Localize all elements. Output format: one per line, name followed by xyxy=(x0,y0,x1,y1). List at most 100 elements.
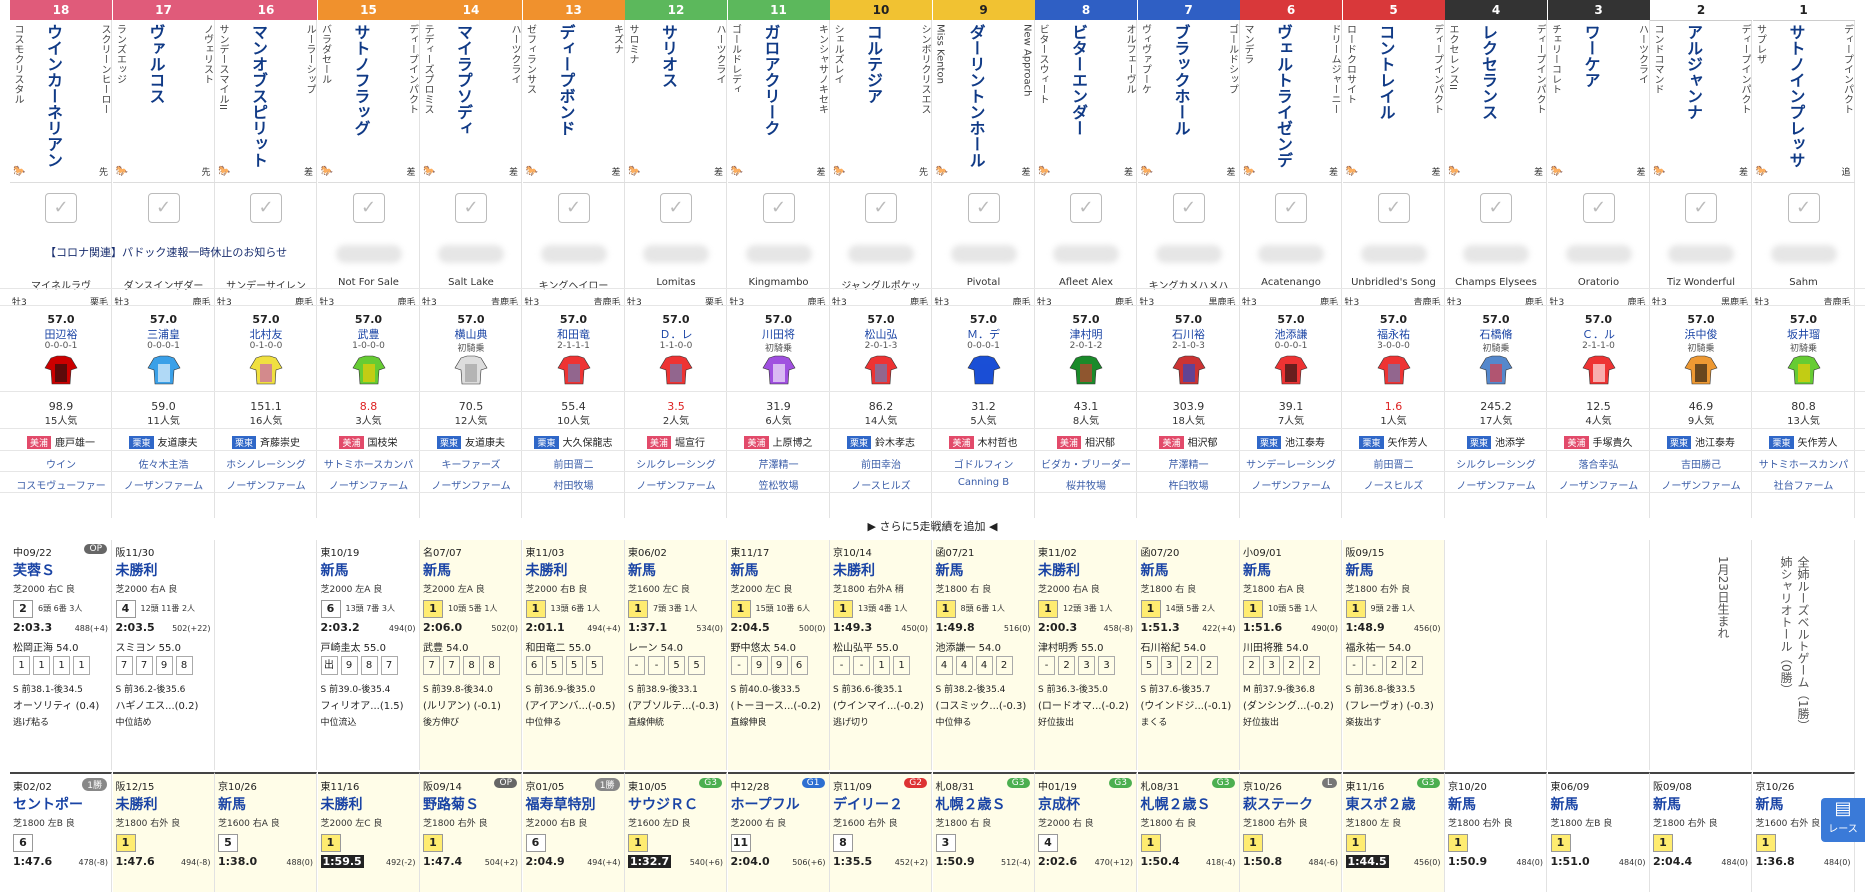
jockey-name[interactable]: 三浦皇 xyxy=(113,326,215,342)
past-race-cell[interactable]: 阪09/14 OP 野路菊Ｓ 芝1800 右外 良 1 1:47.4 504(+2) xyxy=(420,772,522,892)
mark-checkbox[interactable]: ✓ xyxy=(865,193,897,223)
jockey-name[interactable]: 福永祐 xyxy=(1343,326,1445,342)
breeder-name[interactable]: 社台ファーム xyxy=(1753,477,1855,492)
race-name[interactable]: 新馬 xyxy=(1756,794,1784,814)
horse-name[interactable]: ブラックホール xyxy=(1172,24,1191,136)
trainer[interactable]: 栗東 斉藤崇史 xyxy=(215,434,317,449)
breeder-name[interactable]: 桜井牧場 xyxy=(1035,477,1137,492)
breeder-name[interactable]: ノーザンファーム xyxy=(1240,477,1342,492)
past-race-cell[interactable]: 東10/19 新馬 芝2000 左A 良 6 13頭 7番 3人 2:03.2 494(0)… xyxy=(318,540,420,770)
race-name[interactable]: 福寿草特別 xyxy=(526,794,596,814)
mark-checkbox[interactable]: ✓ xyxy=(147,193,180,223)
owner-name[interactable]: 前田晋二 xyxy=(523,456,625,471)
horse-name[interactable]: コントレイル xyxy=(1377,24,1396,120)
owner-name[interactable]: サトミホースカンパ xyxy=(318,456,420,471)
jockey-name[interactable]: 北村友 xyxy=(215,326,317,342)
trainer[interactable]: 美浦 手塚貴久 xyxy=(1548,434,1650,449)
past-race-cell[interactable]: 阪12/15 未勝利 芝1800 右外 良 1 1:47.6 494(-8) xyxy=(112,772,215,892)
breeder-name[interactable]: ノーザンファーム xyxy=(420,477,522,492)
race-name[interactable]: 未勝利 xyxy=(321,794,363,814)
owner-name[interactable]: サトミホースカンパ xyxy=(1753,456,1855,471)
past-race-cell[interactable]: 京10/26 L 萩ステーク 芝1800 右外 良 1 1:50.8 484(-6) xyxy=(1240,772,1342,892)
past-race-cell[interactable]: 東11/16 未勝利 芝2000 左C 良 1 1:59.5 492(-2) xyxy=(317,772,420,892)
mark-checkbox[interactable]: ✓ xyxy=(1377,193,1410,223)
owner-name[interactable]: 落合幸弘 xyxy=(1548,456,1650,471)
breeder-name[interactable]: ノーザンファーム xyxy=(318,477,420,492)
mark-checkbox[interactable]: ✓ xyxy=(1685,193,1717,223)
past-race-cell[interactable]: 阪09/15 新馬 芝1800 右外 良 1 9頭 2番 1人 1:48.9 456(0) 福… xyxy=(1342,540,1445,770)
breeder-name[interactable]: コスモヴューファー xyxy=(10,477,112,492)
jockey-name[interactable]: 石橋脩 xyxy=(1445,326,1547,342)
past-race-cell[interactable]: 中01/19 G3 京成杯 芝2000 右 良 4 2:02.6 470(+12) xyxy=(1035,772,1137,892)
horse-name[interactable]: アルジャンナ xyxy=(1684,24,1703,120)
owner-name[interactable]: ビダカ・ブリーダー xyxy=(1035,456,1137,471)
horse-name[interactable]: ワーケア xyxy=(1582,24,1601,88)
race-name[interactable]: 新馬 xyxy=(1141,560,1169,580)
owner-name[interactable]: ホシノレーシング xyxy=(215,456,317,471)
horse-name[interactable]: サトノフラッグ xyxy=(352,24,371,136)
horse-name[interactable]: ガロアクリーク xyxy=(762,24,781,136)
race-name[interactable]: 未勝利 xyxy=(116,794,158,814)
horse-name[interactable]: ビターエンダー xyxy=(1069,24,1088,136)
race-name[interactable]: 新馬 xyxy=(1346,560,1374,580)
race-name[interactable]: 新馬 xyxy=(423,560,451,580)
horse-name[interactable]: マイラプソディ xyxy=(454,24,473,136)
past-race-cell[interactable]: 京10/14 未勝利 芝1800 右外A 稍 1 13頭 4番 1人 1:49.3 450(… xyxy=(830,540,932,770)
mark-checkbox[interactable]: ✓ xyxy=(1070,193,1102,223)
trainer[interactable]: 美浦 相沢郁 xyxy=(1138,434,1240,449)
race-name[interactable]: 札幌２歳Ｓ xyxy=(1141,794,1211,814)
past-race-cell[interactable]: 函07/20 新馬 芝1800 右 良 1 14頭 5番 2人 1:51.3 422(+4)… xyxy=(1137,540,1240,770)
past-race-cell[interactable]: 東11/16 G3 東スポ２歳 芝1800 左 良 1 1:44.5 456(0) xyxy=(1342,772,1445,892)
mark-checkbox[interactable]: ✓ xyxy=(1582,193,1615,223)
race-name[interactable]: 新馬 xyxy=(936,560,964,580)
trainer[interactable]: 栗東 鈴木孝志 xyxy=(830,434,932,449)
race-name[interactable]: 新馬 xyxy=(1243,560,1271,580)
owner-name[interactable]: ゴドルフィン xyxy=(933,456,1035,471)
owner-name[interactable]: ウイン xyxy=(10,456,112,471)
jockey-name[interactable]: 浜中俊 xyxy=(1650,326,1752,342)
jockey-name[interactable]: 横山典 xyxy=(420,326,522,342)
past-race-cell[interactable]: 東06/02 新馬 芝1600 左C 良 1 7頭 3番 1人 1:37.1 534(0) レ… xyxy=(625,540,727,770)
trainer[interactable]: 美浦 木村哲也 xyxy=(933,434,1035,449)
trainer[interactable]: 栗東 友道康夫 xyxy=(113,434,215,449)
mark-checkbox[interactable]: ✓ xyxy=(1787,193,1820,223)
race-name[interactable]: 萩ステーク xyxy=(1243,794,1313,814)
past-race-cell[interactable]: 中12/28 G1 ホープフル 芝2000 右 良 11 2:04.0 506(+6) xyxy=(727,772,830,892)
past-race-cell[interactable]: 中09/22 OP 芙蓉Ｓ 芝2000 右C 良 2 6頭 6番 3人 2:03.3 488(… xyxy=(10,540,112,770)
mark-checkbox[interactable]: ✓ xyxy=(250,193,282,223)
past-race-cell[interactable]: 札08/31 G3 札幌２歳Ｓ 芝1800 右 良 1 1:50.4 418(-4) xyxy=(1137,772,1240,892)
jockey-name[interactable]: Ｍ．デ xyxy=(933,326,1035,342)
past-race-cell[interactable]: 阪11/30 未勝利 芝2000 右A 良 4 12頭 11番 2人 2:03.5 502(… xyxy=(113,540,215,770)
trainer[interactable]: 栗東 友道康夫 xyxy=(420,434,522,449)
breeder-name[interactable]: ノーザンファーム xyxy=(1445,477,1547,492)
breeder-name[interactable]: Canning B xyxy=(933,477,1035,488)
race-name[interactable]: 新馬 xyxy=(1551,794,1579,814)
race-name[interactable]: セントポー xyxy=(13,794,83,814)
horse-name[interactable]: ウインカーネリアン xyxy=(44,24,63,168)
trainer[interactable]: 美浦 鹿戸雄一 xyxy=(10,434,112,449)
past-race-cell[interactable]: 東06/09 新馬 芝1800 左B 良 1 1:51.0 484(0) xyxy=(1547,772,1650,892)
jockey-name[interactable]: 松山弘 xyxy=(830,326,932,342)
breeder-name[interactable]: 杵臼牧場 xyxy=(1138,477,1240,492)
breeder-name[interactable]: ノーザンファーム xyxy=(1650,477,1752,492)
past-race-cell[interactable]: 札08/31 G3 札幌２歳Ｓ 芝1800 右 良 3 1:50.9 512(-4) xyxy=(932,772,1035,892)
horse-name[interactable]: ヴェルトライゼンデ xyxy=(1274,24,1293,168)
jockey-name[interactable]: 田辺裕 xyxy=(10,326,112,342)
mark-checkbox[interactable]: ✓ xyxy=(660,193,692,223)
race-name[interactable]: 新馬 xyxy=(321,560,349,580)
trainer[interactable]: 美浦 国枝栄 xyxy=(318,434,420,449)
past-race-cell[interactable]: 小09/01 新馬 芝1800 右A 良 1 10頭 5番 1人 1:51.6 490(0)… xyxy=(1240,540,1342,770)
jockey-name[interactable]: 津村明 xyxy=(1035,326,1137,342)
trainer[interactable]: 栗東 矢作芳人 xyxy=(1753,434,1855,449)
mark-checkbox[interactable]: ✓ xyxy=(45,193,77,223)
horse-name[interactable]: レクセランス xyxy=(1479,24,1498,120)
owner-name[interactable]: 芹澤精一 xyxy=(1138,456,1240,471)
past-race-cell[interactable]: 東10/05 G3 サウジＲＣ 芝1600 左D 良 1 1:32.7 540(+6) xyxy=(625,772,727,892)
race-name[interactable]: 芙蓉Ｓ xyxy=(13,560,55,580)
owner-name[interactable]: シルクレーシング xyxy=(1445,456,1547,471)
past-race-cell[interactable]: 京10/26 新馬 芝1600 右A 良 5 1:38.0 488(0) xyxy=(215,772,317,892)
past-race-cell[interactable]: 阪09/08 新馬 芝1800 右外 良 1 2:04.4 484(0) xyxy=(1650,772,1752,892)
race-name[interactable]: 新馬 xyxy=(1653,794,1681,814)
trainer[interactable]: 美浦 上原博之 xyxy=(728,434,830,449)
mark-checkbox[interactable]: ✓ xyxy=(1480,193,1512,223)
